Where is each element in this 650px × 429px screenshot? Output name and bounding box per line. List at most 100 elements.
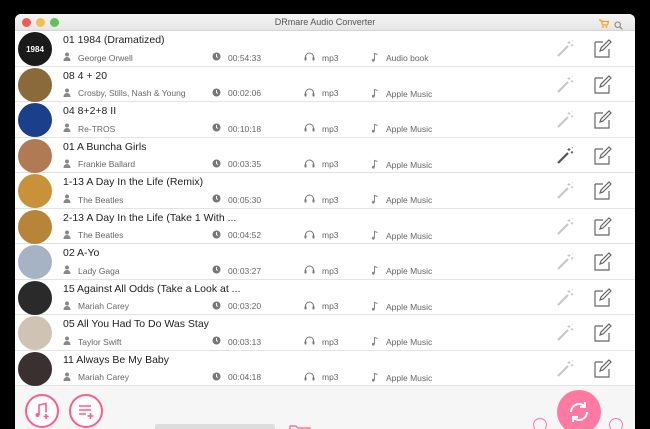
track-row[interactable]: 2-13 A Day In the Life (Take 1 With ... T… bbox=[15, 209, 635, 244]
format-text: mp3 bbox=[322, 88, 339, 98]
duration-text: 00:05:30 bbox=[228, 194, 262, 205]
track-title: 1-13 A Day In the Life (Remix) bbox=[63, 176, 204, 188]
track-type: Apple Music bbox=[371, 194, 432, 206]
duration-text: 00:03:27 bbox=[228, 265, 262, 276]
headphones-icon bbox=[304, 194, 322, 205]
effects-wand-icon[interactable] bbox=[555, 217, 575, 242]
edit-tags-icon[interactable] bbox=[592, 322, 612, 348]
edit-tags-icon[interactable] bbox=[592, 109, 612, 135]
track-artist: Mariah Carey bbox=[63, 372, 129, 383]
format-text: mp3 bbox=[322, 123, 339, 134]
effects-wand-icon[interactable] bbox=[555, 359, 575, 384]
settings-icon[interactable] bbox=[609, 418, 623, 429]
artist-icon bbox=[63, 265, 78, 276]
edit-tags-icon[interactable] bbox=[592, 145, 612, 171]
track-format: mp3 bbox=[304, 159, 339, 170]
headphones-icon bbox=[304, 52, 322, 63]
title-bar: DRmare Audio Converter bbox=[15, 14, 635, 31]
type-text: Apple Music bbox=[386, 88, 433, 99]
clock-icon bbox=[212, 230, 228, 241]
track-artist: The Beatles bbox=[63, 194, 123, 205]
edit-tags-icon[interactable] bbox=[592, 74, 612, 100]
track-row[interactable]: 1984 01 1984 (Dramatized) George Orwell 00:… bbox=[15, 31, 635, 67]
music-note-icon bbox=[371, 265, 386, 277]
artist-text: Frankie Ballard bbox=[78, 159, 136, 169]
headphones-icon bbox=[304, 123, 322, 134]
effects-wand-icon[interactable] bbox=[555, 252, 575, 277]
headphones-icon bbox=[304, 230, 322, 241]
track-duration: 00:05:30 bbox=[212, 194, 261, 205]
headphones-icon bbox=[304, 336, 322, 347]
edit-tags-icon[interactable] bbox=[592, 180, 612, 206]
track-row[interactable]: 11 Always Be My Baby Mariah Carey 00:04:18… bbox=[15, 351, 635, 386]
track-duration: 00:04:52 bbox=[212, 230, 261, 241]
track-title: 11 Always Be My Baby bbox=[63, 353, 170, 366]
artist-text: Lady Gaga bbox=[78, 265, 120, 276]
artist-text: Taylor Swift bbox=[78, 336, 122, 347]
folder-icon[interactable] bbox=[289, 422, 311, 429]
track-artist: Mariah Carey bbox=[63, 301, 129, 312]
music-note-icon bbox=[371, 372, 386, 384]
edit-tags-icon[interactable] bbox=[592, 358, 612, 384]
effects-wand-icon[interactable] bbox=[555, 75, 575, 100]
clock-icon bbox=[212, 159, 228, 170]
format-text: mp3 bbox=[322, 336, 339, 347]
artist-text: George Orwell bbox=[78, 52, 133, 63]
track-row[interactable]: 04 8+2+8 II Re-TROS 00:10:18 mp3 Apple Music bbox=[15, 102, 635, 138]
track-artist: Frankie Ballard bbox=[63, 159, 135, 170]
edit-tags-icon[interactable] bbox=[592, 216, 612, 242]
track-row[interactable]: 01 A Buncha Girls Frankie Ballard 00:03:35… bbox=[15, 138, 635, 173]
track-duration: 00:03:13 bbox=[212, 336, 261, 347]
format-text: mp3 bbox=[322, 52, 339, 63]
track-type: Apple Music bbox=[371, 88, 432, 100]
duration-text: 00:02:06 bbox=[228, 88, 262, 98]
track-type: Audio book bbox=[371, 52, 429, 64]
effects-wand-icon[interactable] bbox=[555, 288, 575, 313]
effects-wand-icon[interactable] bbox=[555, 39, 575, 64]
music-note-icon bbox=[371, 123, 386, 135]
track-title: 01 A Buncha Girls bbox=[63, 140, 147, 153]
artist-icon bbox=[63, 123, 78, 134]
add-music-button[interactable] bbox=[25, 394, 59, 428]
bottom-toolbar bbox=[15, 386, 635, 429]
album-cover bbox=[18, 351, 52, 386]
track-format: mp3 bbox=[304, 88, 339, 99]
track-title: 2-13 A Day In the Life (Take 1 With ... bbox=[63, 211, 237, 224]
effects-wand-icon[interactable] bbox=[555, 181, 575, 206]
artist-icon bbox=[63, 194, 78, 205]
format-text: mp3 bbox=[322, 194, 339, 205]
type-text: Apple Music bbox=[386, 159, 433, 170]
headphones-icon bbox=[304, 372, 322, 383]
effects-wand-icon[interactable] bbox=[555, 146, 575, 171]
artist-icon bbox=[63, 301, 78, 312]
headphones-icon bbox=[304, 159, 322, 170]
track-artist: Taylor Swift bbox=[63, 336, 121, 347]
output-path-bar[interactable] bbox=[155, 424, 275, 429]
track-row[interactable]: 08 4 + 20 Crosby, Stills, Nash & Young 00:… bbox=[15, 67, 635, 102]
track-row[interactable]: 15 Against All Odds (Take a Look at ... M… bbox=[15, 280, 635, 315]
edit-tags-icon[interactable] bbox=[592, 251, 612, 277]
edit-tags-icon[interactable] bbox=[592, 287, 612, 313]
edit-tags-icon[interactable] bbox=[592, 38, 612, 64]
track-row[interactable]: 02 A-Yo Lady Gaga 00:03:27 mp3 Apple Music bbox=[15, 244, 635, 280]
track-format: mp3 bbox=[304, 194, 339, 205]
type-text: Apple Music bbox=[386, 230, 433, 241]
effects-wand-icon[interactable] bbox=[555, 323, 575, 348]
track-type: Apple Music bbox=[371, 123, 432, 135]
headphones-icon bbox=[304, 301, 322, 312]
add-playlist-button[interactable] bbox=[69, 394, 103, 428]
history-icon[interactable] bbox=[533, 418, 547, 429]
track-type: Apple Music bbox=[371, 265, 432, 277]
track-format: mp3 bbox=[304, 301, 339, 312]
track-duration: 00:03:27 bbox=[212, 265, 261, 276]
window-title: DRmare Audio Converter bbox=[274, 17, 376, 27]
format-text: mp3 bbox=[322, 372, 339, 382]
type-text: Apple Music bbox=[386, 195, 433, 205]
track-row[interactable]: 1-13 A Day In the Life (Remix) The Beatle… bbox=[15, 173, 635, 209]
track-row[interactable]: 05 All You Had To Do Was Stay Taylor Swif… bbox=[15, 315, 635, 351]
duration-text: 00:10:18 bbox=[228, 123, 262, 134]
track-artist: George Orwell bbox=[63, 52, 133, 63]
convert-button[interactable] bbox=[557, 390, 601, 429]
effects-wand-icon[interactable] bbox=[555, 110, 575, 135]
music-note-icon bbox=[371, 301, 386, 313]
